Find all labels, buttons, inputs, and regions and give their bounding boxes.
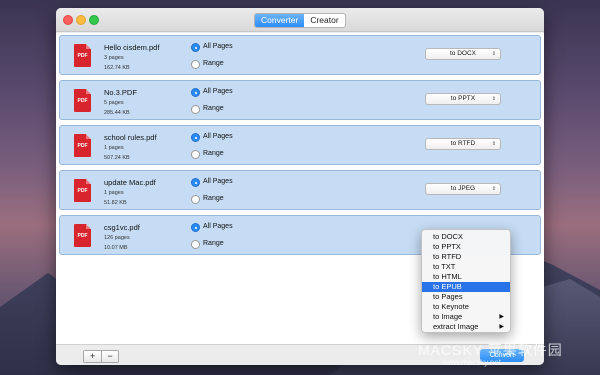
zoom-window-button[interactable] [89, 15, 99, 25]
file-size: 285.44 KB [104, 110, 130, 116]
all-pages-radio[interactable] [191, 88, 200, 97]
menu-item-to-txt[interactable]: to TXT [422, 262, 510, 272]
all-pages-radio[interactable] [191, 43, 200, 52]
range-label: Range [203, 240, 224, 247]
tab-converter[interactable]: Converter [255, 14, 305, 27]
file-row[interactable]: PDF update Mac.pdf 1 pages 51.82 KB All … [59, 170, 541, 210]
file-name: Hello cisdem.pdf [104, 43, 160, 52]
pdf-file-icon: PDF [74, 224, 91, 247]
pdf-file-icon: PDF [74, 44, 91, 67]
mode-segmented-control: Converter Creator [254, 13, 346, 28]
pdf-file-icon: PDF [74, 134, 91, 157]
file-name: No.3.PDF [104, 88, 137, 97]
all-pages-label: All Pages [203, 223, 233, 230]
range-label: Range [203, 150, 224, 157]
all-pages-label: All Pages [203, 178, 233, 185]
pdf-file-icon: PDF [74, 89, 91, 112]
menu-item-to-docx[interactable]: to DOCX [422, 232, 510, 242]
all-pages-radio[interactable] [191, 133, 200, 142]
range-label: Range [203, 195, 224, 202]
file-page-count: 126 pages [104, 235, 130, 241]
pdf-file-icon: PDF [74, 179, 91, 202]
range-radio[interactable] [191, 60, 200, 69]
output-format-select[interactable]: to RTFD ⇕ [425, 138, 501, 150]
menu-item-to-keynote[interactable]: to Keynote [422, 302, 510, 312]
title-bar: Converter Creator [56, 8, 544, 32]
file-page-count: 3 pages [104, 55, 124, 61]
all-pages-label: All Pages [203, 88, 233, 95]
chevron-down-icon: ⇕ [491, 186, 496, 192]
menu-item-to-pptx[interactable]: to PPTX [422, 242, 510, 252]
menu-item-to-image[interactable]: to Image ▶ [422, 312, 510, 322]
watermark-url: www.macsky.net [442, 358, 501, 367]
file-name: school rules.pdf [104, 133, 157, 142]
watermark-text: MACSKY 苹果软件园 [418, 342, 563, 358]
range-label: Range [203, 105, 224, 112]
range-radio[interactable] [191, 105, 200, 114]
chevron-down-icon: ⇕ [491, 51, 496, 57]
file-name: csg1vc.pdf [104, 223, 140, 232]
menu-item-extract-image[interactable]: extract Image ▶ [422, 322, 510, 332]
close-window-button[interactable] [63, 15, 73, 25]
minimize-window-button[interactable] [76, 15, 86, 25]
range-radio[interactable] [191, 240, 200, 249]
menu-item-to-pages[interactable]: to Pages [422, 292, 510, 302]
output-format-select[interactable]: to DOCX ⇕ [425, 48, 501, 60]
menu-item-to-epub[interactable]: to EPUB [422, 282, 510, 292]
all-pages-label: All Pages [203, 43, 233, 50]
menu-item-to-html[interactable]: to HTML [422, 272, 510, 282]
range-radio[interactable] [191, 150, 200, 159]
file-size: 507.24 KB [104, 155, 130, 161]
file-page-count: 5 pages [104, 100, 124, 106]
file-page-count: 1 pages [104, 145, 124, 151]
range-radio[interactable] [191, 195, 200, 204]
output-format-select[interactable]: to PPTX ⇕ [425, 93, 501, 105]
file-size: 51.82 KB [104, 200, 127, 206]
file-page-count: 1 pages [104, 190, 124, 196]
range-label: Range [203, 60, 224, 67]
all-pages-label: All Pages [203, 133, 233, 140]
menu-item-to-rtfd[interactable]: to RTFD [422, 252, 510, 262]
file-row[interactable]: PDF Hello cisdem.pdf 3 pages 162.74 KB A… [59, 35, 541, 75]
submenu-arrow-icon: ▶ [499, 314, 504, 320]
tab-creator[interactable]: Creator [304, 14, 344, 27]
add-remove-control: + − [83, 350, 119, 363]
output-format-select[interactable]: to JPEG ⇕ [425, 183, 501, 195]
all-pages-radio[interactable] [191, 178, 200, 187]
chevron-down-icon: ⇕ [491, 96, 496, 102]
add-file-button[interactable]: + [84, 351, 101, 362]
all-pages-radio[interactable] [191, 223, 200, 232]
file-row[interactable]: PDF No.3.PDF 5 pages 285.44 KB All Pages… [59, 80, 541, 120]
submenu-arrow-icon: ▶ [499, 324, 504, 330]
chevron-down-icon: ⇕ [491, 141, 496, 147]
file-name: update Mac.pdf [104, 178, 156, 187]
file-row[interactable]: PDF school rules.pdf 1 pages 507.24 KB A… [59, 125, 541, 165]
file-size: 10.07 MB [104, 245, 128, 251]
file-size: 162.74 KB [104, 65, 130, 71]
format-dropdown-menu: to DOCX to PPTX to RTFD to TXT to HTML t… [421, 229, 511, 333]
remove-file-button[interactable]: − [101, 351, 118, 362]
